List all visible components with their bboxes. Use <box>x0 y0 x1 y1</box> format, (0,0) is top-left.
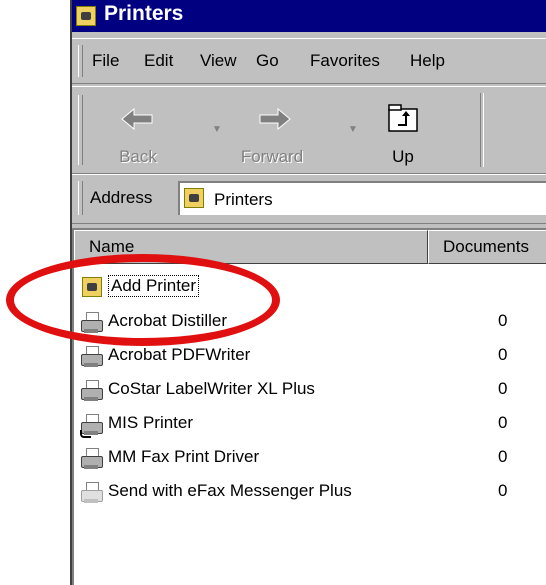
menu-file[interactable]: File <box>92 51 119 71</box>
printers-folder-icon <box>76 6 96 26</box>
address-input[interactable]: Printers <box>178 181 546 215</box>
printer-icon <box>80 345 104 367</box>
list-item[interactable]: MIS Printer 0 <box>78 410 546 440</box>
menu-view[interactable]: View <box>200 51 237 71</box>
list-item-name: MM Fax Print Driver <box>108 447 260 466</box>
address-bar-grip[interactable] <box>78 181 83 215</box>
list-item-name: Acrobat PDFWriter <box>108 345 251 364</box>
network-printer-icon <box>80 413 104 438</box>
toolbar-separator <box>480 93 484 167</box>
toolbar-grip[interactable] <box>78 95 83 165</box>
list-item[interactable]: MM Fax Print Driver 0 <box>78 444 546 474</box>
up-folder-icon <box>388 104 418 132</box>
list-item[interactable]: CoStar LabelWriter XL Plus 0 <box>78 376 546 406</box>
back-dropdown-icon[interactable]: ▼ <box>212 124 222 135</box>
menu-bar: File Edit View Go Favorites Help <box>72 38 546 84</box>
documents-count: 0 <box>498 481 508 500</box>
menu-go[interactable]: Go <box>256 51 279 71</box>
fax-printer-icon <box>80 481 104 503</box>
back-label: Back <box>119 147 157 166</box>
address-value: Printers <box>214 190 273 209</box>
forward-dropdown-icon[interactable]: ▼ <box>348 124 358 135</box>
documents-count: 0 <box>498 311 508 330</box>
forward-arrow-icon <box>259 107 291 131</box>
back-arrow-icon <box>121 107 153 131</box>
address-label: Address <box>90 188 153 207</box>
highlight-ellipse <box>6 254 280 346</box>
menu-favorites[interactable]: Favorites <box>310 51 380 71</box>
up-label: Up <box>392 147 414 166</box>
forward-label: Forward <box>240 147 304 166</box>
window-title: Printers <box>104 2 184 25</box>
menu-help[interactable]: Help <box>410 51 445 71</box>
documents-count: 0 <box>498 345 508 364</box>
documents-count: 0 <box>498 447 508 466</box>
list-item-name: MIS Printer <box>108 413 194 432</box>
printer-icon <box>80 379 104 401</box>
column-header-documents[interactable]: Documents <box>428 230 546 264</box>
documents-count: 0 <box>498 379 508 398</box>
list-item-name: Send with eFax Messenger Plus <box>108 481 352 500</box>
printers-folder-icon <box>184 188 204 208</box>
documents-count: 0 <box>498 413 508 432</box>
list-item[interactable]: Acrobat PDFWriter 0 <box>78 342 546 372</box>
standard-toolbar: Back ▼ Forward ▼ Up <box>72 86 546 174</box>
printer-icon <box>80 447 104 469</box>
menu-edit[interactable]: Edit <box>144 51 173 71</box>
menu-bar-grip[interactable] <box>78 45 83 77</box>
title-bar[interactable]: Printers <box>72 0 546 32</box>
list-item-name: CoStar LabelWriter XL Plus <box>108 379 315 398</box>
address-bar: Address Printers <box>72 174 546 224</box>
list-item[interactable]: Send with eFax Messenger Plus 0 <box>78 478 546 508</box>
